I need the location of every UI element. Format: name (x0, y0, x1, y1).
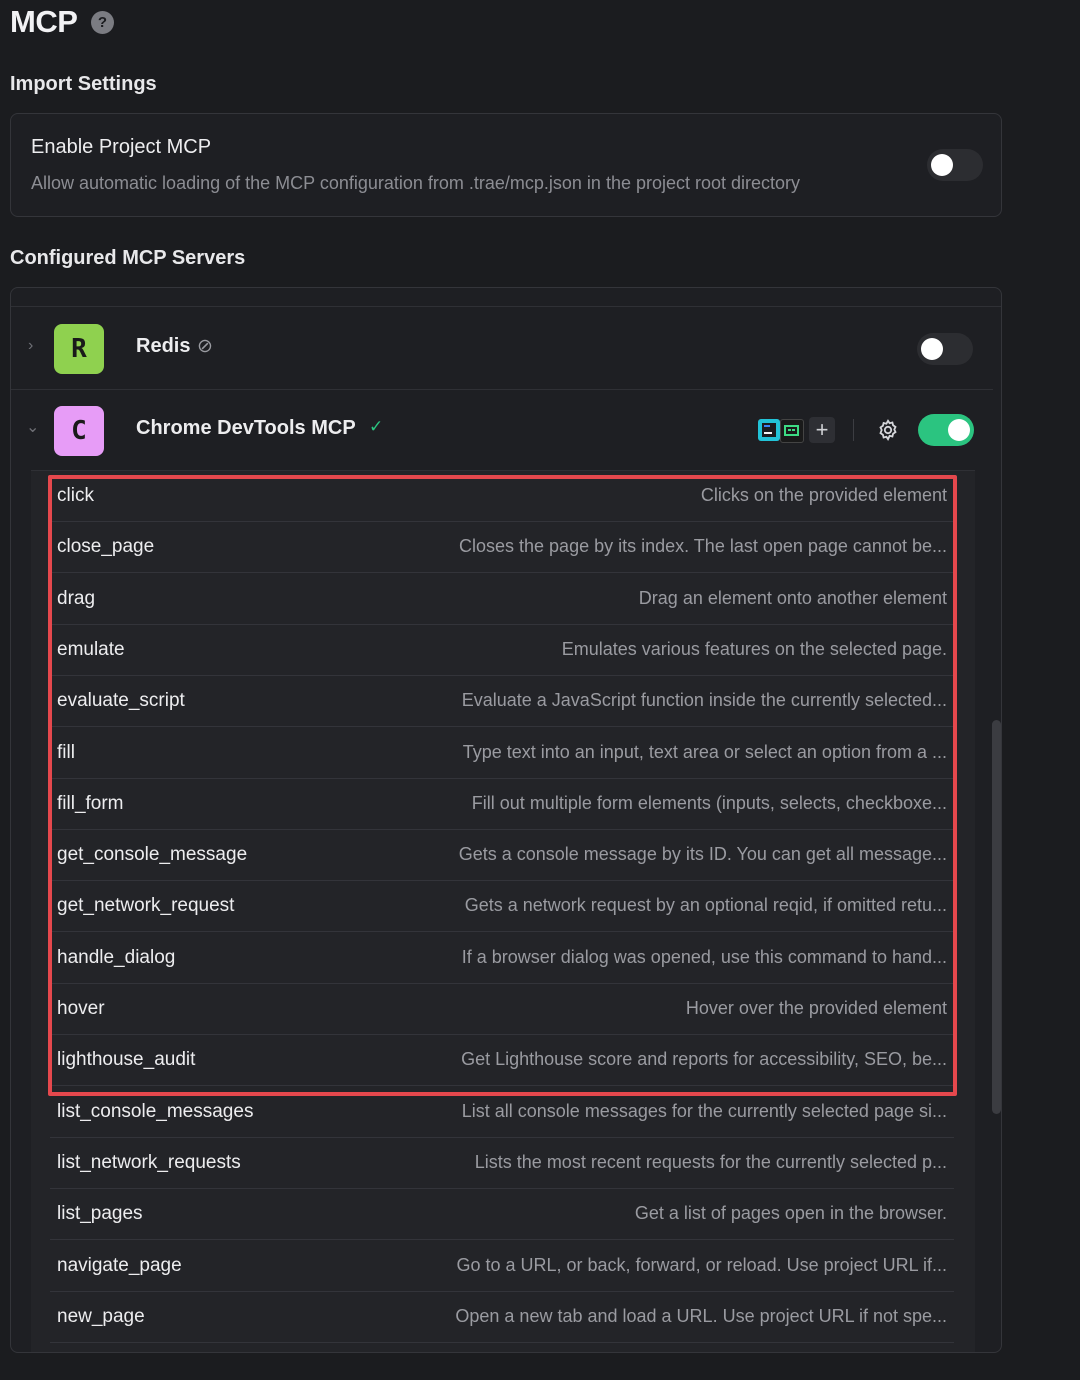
chevron-down-icon[interactable]: ⌄ (26, 417, 39, 437)
tool-row[interactable]: fill Type text into an input, text area o… (50, 728, 954, 779)
tool-description: Emulates various features on the selecte… (561, 638, 947, 659)
tool-row[interactable]: list_console_messages List all console me… (50, 1087, 954, 1138)
tool-name: get_console_message (57, 844, 248, 866)
tool-description: List all console messages for the curren… (461, 1100, 947, 1121)
tool-description: Get Lighthouse score and reports for acc… (461, 1049, 947, 1070)
toggle-knob (921, 338, 943, 360)
page-title: MCP (10, 4, 78, 39)
enable-project-mcp-toggle[interactable] (927, 149, 983, 181)
tool-row[interactable]: close_page Closes the page by its index. … (50, 522, 954, 574)
tool-description: If a browser dialog was opened, use this… (461, 946, 947, 967)
add-ide-button[interactable]: + (809, 417, 835, 443)
tool-description: Evaluate a JavaScript function inside th… (461, 690, 947, 711)
servers-card: › R Redis ⊘ ⌄ C Chrome DevTools MCP ✓ cl… (10, 287, 1002, 1353)
avatar: R (54, 324, 104, 374)
tool-description: Type text into an input, text area or se… (462, 741, 947, 762)
tool-name: handle_dialog (57, 946, 176, 968)
tool-description: Hover over the provided element (685, 998, 947, 1018)
tool-name: fill_form (57, 792, 124, 814)
disabled-status-icon: ⊘ (197, 336, 213, 357)
tool-name: emulate (57, 638, 125, 660)
import-settings-title: Import Settings (10, 73, 157, 95)
tool-row[interactable]: emulate Emulates various features on the … (50, 625, 954, 676)
tool-row[interactable]: new_page Open a new tab and load a URL. U… (50, 1292, 954, 1343)
tool-name: click (57, 485, 94, 506)
divider (853, 419, 854, 441)
server-row-redis[interactable]: › R Redis ⊘ (11, 307, 993, 389)
tool-description: Clicks on the provided element (700, 485, 947, 505)
toggle-knob (948, 419, 970, 441)
server-name: Chrome DevTools MCP (136, 417, 356, 439)
tool-name: new_page (57, 1305, 145, 1327)
server-row-chrome-devtools[interactable]: ⌄ C Chrome DevTools MCP ✓ (11, 389, 993, 471)
tool-row[interactable]: hover Hover over the provided element (50, 984, 954, 1035)
tool-row[interactable]: fill_form Fill out multiple form elements… (50, 779, 954, 830)
tool-name: fill (57, 741, 75, 763)
tool-description: Drag an element onto another element (638, 587, 947, 608)
tool-row[interactable]: get_console_message Gets a console messag… (50, 830, 954, 882)
tool-row[interactable]: list_pages Get a list of pages open in th… (50, 1189, 954, 1241)
ide-icon-2[interactable] (780, 419, 804, 443)
enable-project-mcp-title: Enable Project MCP (31, 136, 212, 158)
server-toggle-chrome-devtools[interactable] (918, 414, 974, 446)
tool-row[interactable]: get_network_request Gets a network reques… (50, 881, 954, 933)
tool-name: list_pages (57, 1203, 143, 1225)
tool-description: Gets a network request by an optional re… (464, 895, 947, 916)
tool-description: Get a list of pages open in the browser. (634, 1203, 947, 1224)
help-icon[interactable]: ? (91, 11, 114, 34)
tool-row[interactable]: lighthouse_audit Get Lighthouse score and… (50, 1035, 954, 1087)
tool-row[interactable]: list_network_requests Lists the most rece… (50, 1138, 954, 1189)
scrollbar[interactable] (992, 720, 1001, 1114)
tool-description: Fill out multiple form elements (inputs,… (471, 792, 947, 813)
gear-icon[interactable] (876, 418, 900, 442)
tool-row[interactable]: click Clicks on the provided element (50, 471, 954, 522)
toggle-knob (931, 154, 953, 176)
tool-name: list_console_messages (57, 1100, 254, 1122)
tool-description: Open a new tab and load a URL. Use proje… (455, 1305, 947, 1326)
tool-name: navigate_page (57, 1254, 182, 1276)
import-settings-card: Enable Project MCP Allow automatic loadi… (10, 113, 1002, 217)
tool-name: list_network_requests (57, 1151, 241, 1173)
tool-row[interactable]: evaluate_script Evaluate a JavaScript fun… (50, 676, 954, 728)
server-name: Redis (136, 335, 191, 357)
tool-row[interactable]: drag Drag an element onto another element (50, 574, 954, 625)
connected-check-icon: ✓ (369, 417, 384, 436)
enable-project-mcp-description: Allow automatic loading of the MCP confi… (31, 173, 801, 193)
tool-description: Gets a console message by its ID. You ca… (458, 844, 947, 865)
chevron-right-icon[interactable]: › (28, 337, 33, 355)
tool-description: Lists the most recent requests for the c… (474, 1151, 947, 1172)
tool-description: Go to a URL, or back, forward, or reload… (456, 1254, 947, 1275)
tool-name: close_page (57, 536, 155, 558)
tool-description: Closes the page by its index. The last o… (459, 536, 947, 557)
tool-row[interactable]: handle_dialog If a browser dialog was ope… (50, 933, 954, 984)
configured-servers-title: Configured MCP Servers (10, 247, 246, 269)
server-toggle-redis[interactable] (917, 333, 973, 365)
tool-name: drag (57, 587, 96, 609)
tools-list: click Clicks on the provided element close… (31, 470, 975, 1352)
tool-row[interactable]: navigate_page Go to a URL, or back, forwa… (50, 1241, 954, 1292)
tool-name: get_network_request (57, 895, 235, 917)
avatar: C (54, 406, 104, 456)
tool-name: lighthouse_audit (57, 1049, 196, 1071)
tool-name: hover (57, 998, 105, 1019)
ide-icon-1[interactable] (758, 419, 780, 441)
tool-name: evaluate_script (57, 690, 185, 712)
